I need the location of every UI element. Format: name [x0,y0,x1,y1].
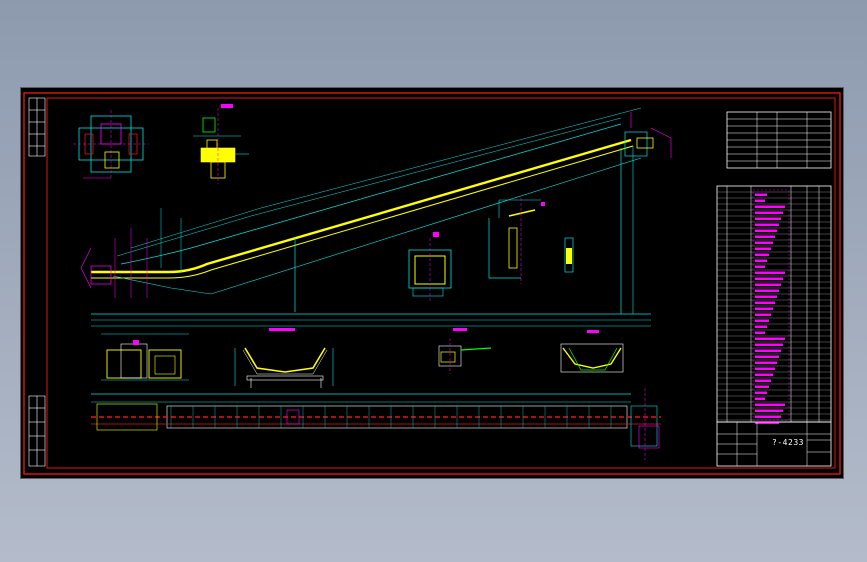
head-pulley-support-detail [488,198,574,284]
bom-text-stub [755,391,767,394]
bom-text-stub [755,349,781,352]
bom-text-stub [755,415,781,418]
bom-text-stub [755,265,765,268]
bom-text-stub [755,271,785,274]
transition-idler-section [560,330,624,373]
bom-text-stub [755,235,775,238]
bom-text-stub [755,193,767,196]
bom-text-stub [755,337,785,340]
chute-cross-section [408,232,452,302]
bom-text-stub [755,199,765,202]
drive-unit-plan [101,333,189,381]
bom-text-stub [755,283,781,286]
bom-text-stub [755,313,771,316]
drawing-canvas [23,92,841,475]
bill-of-materials [716,185,832,424]
bom-text-stub [755,343,783,346]
bom-text-stub [755,205,785,208]
return-idler-section [438,328,492,374]
conveyor-plan-view [91,388,661,460]
bom-text-stub [755,355,779,358]
gearbox-detail [193,104,249,184]
bom-text-stub [755,259,767,262]
bom-text-stub [755,403,785,406]
incline-conveyor-elevation [80,107,672,327]
bom-text-stub [755,253,769,256]
bom-text-stub [755,373,773,376]
bom-text-stub [755,379,771,382]
bom-text-stub [755,361,777,364]
bom-text-stub [755,325,767,328]
bom-text-stub [755,397,765,400]
parameter-table [726,111,832,169]
bom-text-stub [755,367,775,370]
bom-text-stub [755,217,781,220]
bom-text-stub [755,277,783,280]
bom-text-stub [755,319,769,322]
bom-text-stub [755,223,779,226]
bom-text-stub [755,295,777,298]
bom-text-stub [755,307,773,310]
drawing-number: ?-4233 [772,438,804,447]
bom-text-stub [755,331,765,334]
bom-text-stub [755,409,783,412]
motor-base-detail [73,110,149,179]
bom-text-stub [755,211,783,214]
bom-text-stub [755,241,773,244]
cad-viewport[interactable]: ?-4233 [20,87,844,479]
bom-text-stub [755,301,775,304]
left-margin-strip [28,97,46,467]
bom-text-stub [755,385,769,388]
bom-text-stub [755,289,779,292]
carrying-idler-section [234,328,334,388]
bom-text-stub [755,229,777,232]
bom-text-stub [755,247,771,250]
